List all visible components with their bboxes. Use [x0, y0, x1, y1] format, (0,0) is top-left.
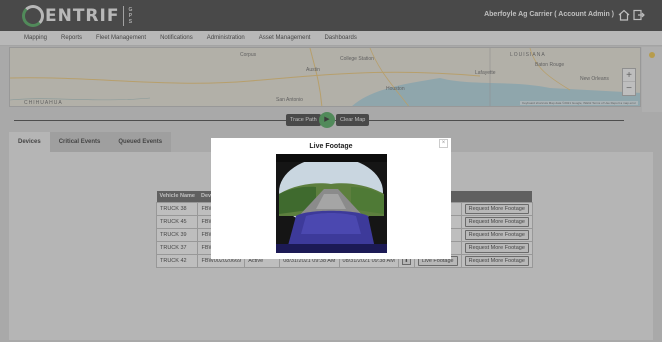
modal-title: Live Footage	[309, 143, 353, 150]
live-footage-video[interactable]	[276, 154, 387, 253]
close-icon[interactable]: ×	[439, 139, 448, 148]
live-footage-modal: Live Footage ×	[211, 138, 451, 259]
dashcam-frame	[276, 154, 387, 253]
